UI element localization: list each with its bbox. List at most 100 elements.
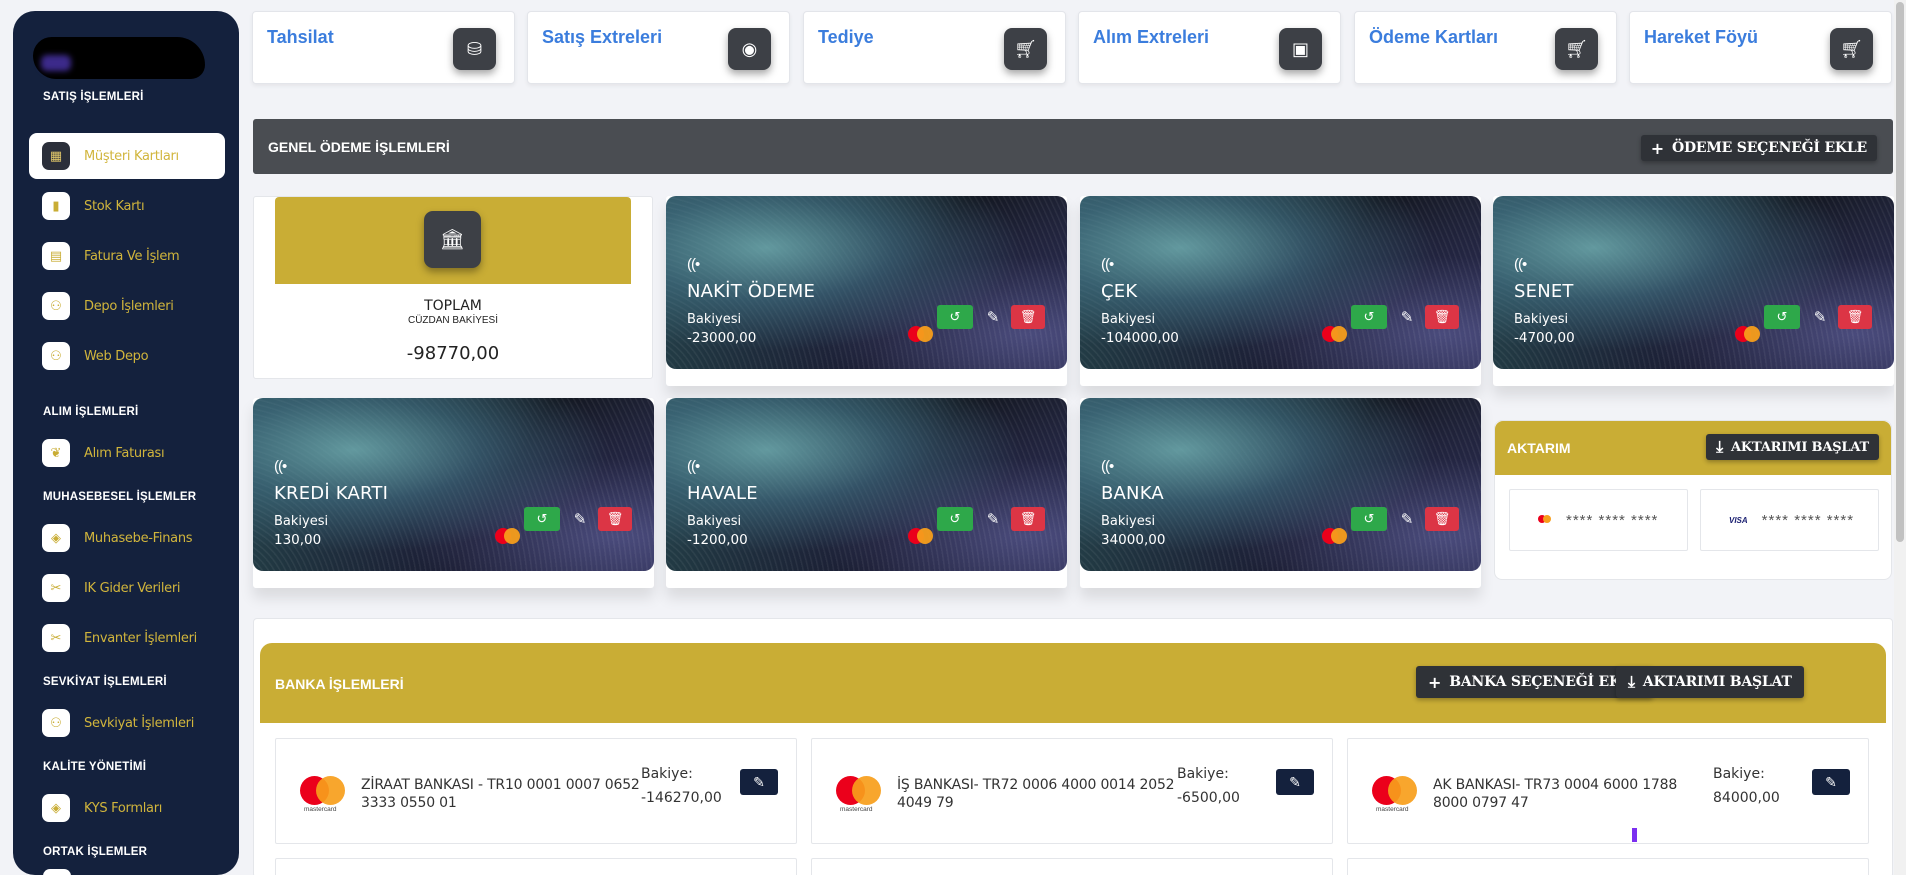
payment-card-nakit: ((• NAKİT ÖDEME Bakiyesi -23000,00 ↺ ✎ 🗑… [666, 196, 1067, 386]
payment-card-face: ((• ÇEK Bakiyesi -104000,00 ↺ ✎ 🗑︎ [1080, 196, 1481, 369]
users-icon: ⚇ [42, 709, 70, 737]
sidebar-item-stok-karti[interactable]: ▮ Stok Kartı [29, 183, 225, 229]
logo[interactable] [33, 37, 205, 79]
mastercard-icon [495, 526, 525, 546]
bank-account-card: mastercard İŞ BANKASI- TR72 0006 4000 00… [811, 738, 1333, 844]
balance-label: Bakiyesi [687, 312, 742, 327]
payment-card-havale: ((• HAVALE Bakiyesi -1200,00 ↺ ✎ 🗑︎ [666, 398, 1067, 588]
shortcut-tediye[interactable]: Tediye 🛒︎ [803, 11, 1066, 84]
sidebar-item-alim-faturasi[interactable]: ❦ Alım Faturası [29, 430, 225, 476]
aktarim-title: AKTARIM [1507, 440, 1571, 456]
scrollbar-thumb[interactable] [1896, 2, 1904, 542]
edit-button[interactable]: ✎ [1812, 769, 1850, 795]
payment-card-face: ((• SENET Bakiyesi -4700,00 ↺ ✎ 🗑︎ [1493, 196, 1894, 369]
box-icon: ◈ [42, 524, 70, 552]
history-button[interactable]: ↺ [524, 507, 560, 531]
bank-account-card-partial [811, 858, 1333, 875]
transfer-source-card[interactable]: **** **** **** [1509, 489, 1688, 551]
sidebar-item-web-depo[interactable]: ⚇ Web Depo [29, 333, 225, 379]
history-button[interactable]: ↺ [1351, 305, 1387, 329]
delete-button[interactable]: 🗑︎ [1838, 305, 1872, 329]
history-button[interactable]: ↺ [937, 507, 973, 531]
balance-label: Bakiyesi [274, 514, 329, 529]
start-transfer-button[interactable]: ⤓ AKTARIMI BAŞLAT [1706, 434, 1879, 460]
sidebar-item-depo[interactable]: ⚇ Depo İşlemleri [29, 283, 225, 329]
sidebar-item-kys[interactable]: ◈ KYS Formları [29, 785, 225, 831]
edit-button[interactable]: ✎ [1805, 305, 1835, 329]
add-payment-option-button[interactable]: + ÖDEME SEÇENEĞİ EKLE [1640, 135, 1877, 161]
balance-label: Bakiye: [1177, 766, 1229, 782]
users-icon: ⚇ [42, 292, 70, 320]
button-label: BANKA SEÇENEĞİ EKLE [1449, 674, 1642, 690]
mastercard-icon [1322, 324, 1352, 344]
sidebar-item-sevkiyat[interactable]: ⚇ Sevkiyat İşlemleri [29, 700, 225, 746]
page-scrollbar[interactable] [1894, 0, 1906, 875]
total-wallet-card: 🏛︎ TOPLAM CÜZDAN BAKİYESİ -98770,00 [253, 196, 653, 379]
bank-account-card: mastercard AK BANKASI- TR73 0004 6000 17… [1347, 738, 1869, 844]
payment-card-kredi-karti: ((• KREDİ KARTI Bakiyesi 130,00 ↺ ✎ 🗑︎ [253, 398, 654, 588]
history-button[interactable]: ↺ [1764, 305, 1800, 329]
shortcut-odeme-kartlari[interactable]: Ödeme Kartları 🛒︎ [1354, 11, 1617, 84]
sidebar-item-envanter[interactable]: ✂ Envanter İşlemleri [29, 615, 225, 661]
balance-label: Bakiyesi [1101, 312, 1156, 327]
balance-label: Bakiyesi [1101, 514, 1156, 529]
edit-button[interactable]: ✎ [740, 769, 778, 795]
start-bank-transfer-button[interactable]: ⤓ AKTARIMI BAŞLAT [1616, 666, 1804, 698]
balance-value: 84000,00 [1713, 790, 1780, 806]
edit-button[interactable]: ✎ [978, 507, 1008, 531]
mastercard-icon [1735, 324, 1765, 344]
sidebar-item-muhasebe-finans[interactable]: ◈ Muhasebe-Finans [29, 515, 225, 561]
transfer-target-card[interactable]: VISA **** **** **** [1700, 489, 1879, 551]
total-label: TOPLAM [424, 298, 482, 314]
delete-button[interactable]: 🗑︎ [1011, 507, 1045, 531]
section-ortak: ORTAK İŞLEMLER [43, 846, 148, 858]
sidebar-item-ik-gider[interactable]: ✂ IK Gider Verileri [29, 565, 225, 611]
shortcut-tahsilat[interactable]: Tahsilat ⛁ [252, 11, 515, 84]
contactless-icon: ((• [687, 256, 700, 273]
shortcut-title: Ödeme Kartları [1369, 27, 1499, 47]
delete-button[interactable]: 🗑︎ [1425, 507, 1459, 531]
shortcut-hareket-foyu[interactable]: Hareket Föyü 🛒︎ [1629, 11, 1892, 84]
balance-value: -1200,00 [687, 532, 748, 548]
edit-button[interactable]: ✎ [565, 507, 595, 531]
balance-value: -6500,00 [1177, 790, 1240, 806]
sidebar-item-label: Müşteri Kartları [84, 148, 179, 164]
genel-odeme-header: GENEL ÖDEME İŞLEMLERİ + ÖDEME SEÇENEĞİ E… [253, 119, 1893, 174]
delete-button[interactable]: 🗑︎ [598, 507, 632, 531]
tools-icon: ✂ [42, 574, 70, 602]
payment-card-banka: ((• BANKA Bakiyesi 34000,00 ↺ ✎ 🗑︎ [1080, 398, 1481, 588]
shortcut-satis-extreleri[interactable]: Satış Extreleri ◉ [527, 11, 790, 84]
cart-icon: 🛒︎ [1555, 28, 1598, 70]
sidebar-item-label: Muhasebe-Finans [84, 530, 193, 546]
balance-value: -4700,00 [1514, 330, 1575, 346]
section-sevkiyat: SEVKİYAT İŞLEMLERİ [43, 676, 167, 688]
balance-label: Bakiye: [641, 766, 693, 782]
history-button[interactable]: ↺ [937, 305, 973, 329]
edit-button[interactable]: ✎ [1392, 507, 1422, 531]
delete-button[interactable]: 🗑︎ [1425, 305, 1459, 329]
payment-name: NAKİT ÖDEME [687, 281, 816, 302]
sidebar-item-label: Alım Faturası [84, 445, 165, 461]
contactless-icon: ((• [687, 458, 700, 475]
banka-header: BANKA İŞLEMLERİ + BANKA SEÇENEĞİ EKLE ⤓ … [260, 643, 1886, 723]
balance-value: 34000,00 [1101, 532, 1166, 548]
edit-button[interactable]: ✎ [1276, 769, 1314, 795]
sidebar-item-label: Stok Kartı [84, 198, 145, 214]
visa-icon: VISA [1729, 515, 1748, 525]
edit-button[interactable]: ✎ [1392, 305, 1422, 329]
sidebar-item-fatura[interactable]: ▤ Fatura Ve İşlem [29, 233, 225, 279]
users-icon: ⚇ [42, 342, 70, 370]
sidebar-item-label: IK Gider Verileri [84, 580, 181, 596]
shortcut-title: Tediye [818, 27, 874, 47]
globe-icon: ◉ [728, 28, 771, 70]
section-title: GENEL ÖDEME İŞLEMLERİ [268, 139, 450, 155]
shortcut-alim-extreleri[interactable]: Alım Extreleri ▣ [1078, 11, 1341, 84]
sidebar-item-musteri-kartlari[interactable]: ▦ Müşteri Kartları [29, 133, 225, 179]
history-button[interactable]: ↺ [1351, 507, 1387, 531]
coins-icon: ⛁ [453, 28, 496, 70]
balance-label: Bakiye: [1713, 766, 1765, 782]
edit-button[interactable]: ✎ [978, 305, 1008, 329]
sidebar-item-partial[interactable] [43, 869, 71, 875]
payment-card-face: ((• NAKİT ÖDEME Bakiyesi -23000,00 ↺ ✎ 🗑… [666, 196, 1067, 369]
delete-button[interactable]: 🗑︎ [1011, 305, 1045, 329]
